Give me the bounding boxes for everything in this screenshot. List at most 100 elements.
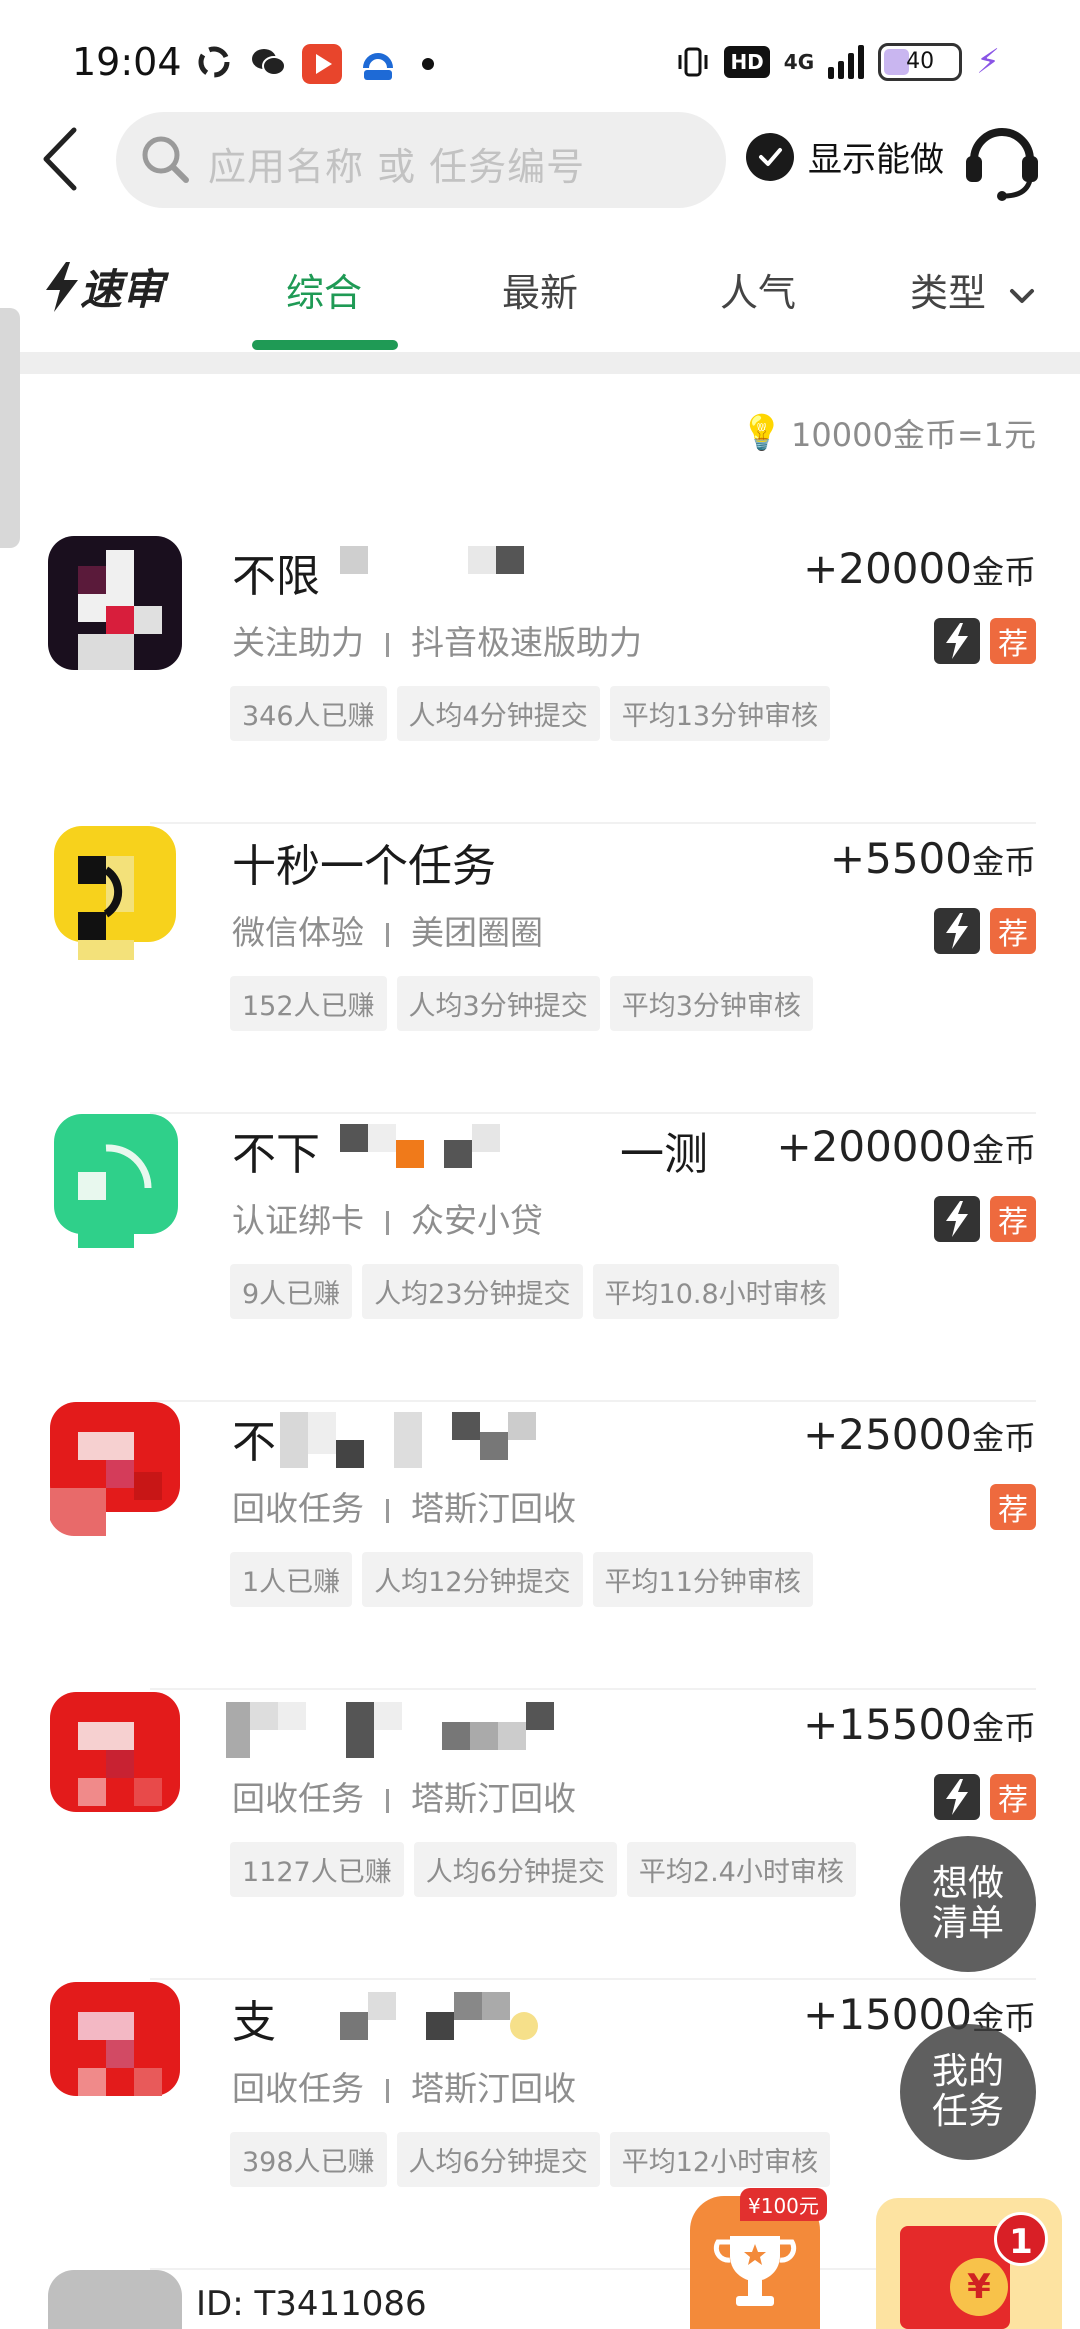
task-app-icon xyxy=(48,1114,182,1248)
task-reward: +15500金币 xyxy=(803,1700,1036,1749)
fast-review-badge xyxy=(934,618,980,664)
divider xyxy=(150,1978,1036,1980)
task-app-icon xyxy=(48,1402,182,1536)
tab-latest[interactable]: 最新 xyxy=(502,262,578,317)
task-badges: 荐 xyxy=(990,1484,1036,1530)
recommended-badge: 荐 xyxy=(990,1484,1036,1530)
back-arrow-icon[interactable] xyxy=(36,124,86,194)
tag-review-time: 平均13分钟审核 xyxy=(609,686,831,741)
app-notification-icon xyxy=(198,46,230,78)
reward-unit: 金币 xyxy=(971,553,1036,591)
task-category: 回收任务 xyxy=(232,2069,364,2108)
task-item[interactable]: 不下 一测 +200000金币 认证绑卡 众安小贷 荐 9人已赚 人均23分钟提交 … xyxy=(0,1114,1080,1402)
show-can-do-toggle[interactable]: 显示能做 xyxy=(746,132,944,181)
blurred-title xyxy=(226,1702,554,1758)
notification-dot-icon xyxy=(422,58,434,70)
search-placeholder: 应用名称 或 任务编号 xyxy=(208,145,586,189)
signal-icon xyxy=(828,45,865,79)
task-item[interactable]: 不限 +20000金币 关注助力 抖音极速版助力 荐 346人已赚 人均4分钟提交… xyxy=(0,536,1080,824)
tag-earned: 9人已赚 xyxy=(230,1264,353,1319)
tag-earned: 1人已赚 xyxy=(230,1552,353,1607)
vibrate-icon xyxy=(678,47,708,77)
hd-badge: HD xyxy=(724,46,770,78)
task-tags: 346人已赚 人均4分钟提交 平均13分钟审核 xyxy=(230,686,831,741)
reward-unit: 金币 xyxy=(971,1709,1036,1747)
fast-review-badge xyxy=(934,1774,980,1820)
recommended-badge: 荐 xyxy=(990,1196,1036,1242)
red-packet-button[interactable]: ¥ 1 xyxy=(876,2198,1062,2329)
tab-type[interactable]: 类型 xyxy=(910,262,1036,317)
task-meta: 回收任务 塔斯汀回收 xyxy=(232,2062,576,2110)
tag-earned: 398人已赚 xyxy=(230,2132,387,2187)
task-item[interactable]: 十秒一个任务 +5500金币 微信体验 美团圈圈 荐 152人已赚 人均3分钟提交… xyxy=(0,826,1080,1114)
task-meta: 认证绑卡 众安小贷 xyxy=(232,1194,543,1242)
search-input[interactable]: 应用名称 或 任务编号 xyxy=(116,112,726,208)
battery-icon: 40 xyxy=(878,43,963,81)
tag-submit-time: 人均23分钟提交 xyxy=(362,1264,583,1319)
recommended-badge: 荐 xyxy=(990,618,1036,664)
divider xyxy=(150,822,1036,824)
reward-unit: 金币 xyxy=(971,1131,1036,1169)
reward-unit: 金币 xyxy=(971,1419,1036,1457)
tag-submit-time: 人均12分钟提交 xyxy=(362,1552,583,1607)
task-category: 认证绑卡 xyxy=(232,1201,364,1240)
wishlist-button[interactable]: 想做 清单 xyxy=(900,1836,1036,1972)
task-reward: +25000金币 xyxy=(803,1410,1036,1459)
task-meta: 微信体验 美团圈圈 xyxy=(232,906,543,954)
task-app-icon xyxy=(48,2270,182,2329)
task-item[interactable]: 不 +25000金币 回收任务 塔斯汀回收 荐 1人已赚 人均12分钟提交 平均1… xyxy=(0,1402,1080,1690)
tag-earned: 152人已赚 xyxy=(230,976,387,1031)
divider xyxy=(150,1688,1036,1690)
task-category: 回收任务 xyxy=(232,1779,364,1818)
my-tasks-button[interactable]: 我的 任务 xyxy=(900,2024,1036,2160)
quick-review-filter[interactable]: 速审 xyxy=(44,256,164,317)
task-reward: +200000金币 xyxy=(776,1122,1036,1171)
task-tags: 9人已赚 人均23分钟提交 平均10.8小时审核 xyxy=(230,1264,839,1319)
tag-submit-time: 人均6分钟提交 xyxy=(396,2132,600,2187)
task-badges: 荐 xyxy=(934,1196,1036,1242)
tag-earned: 1127人已赚 xyxy=(230,1842,404,1897)
customer-service-icon[interactable] xyxy=(964,118,1040,202)
edge-drag-handle[interactable] xyxy=(0,308,20,548)
reward-amount: +5500 xyxy=(829,834,972,883)
blurred-title xyxy=(340,1124,500,1168)
task-title: 支 xyxy=(232,1997,276,2048)
tab-type-label: 类型 xyxy=(910,271,987,315)
status-time: 19:04 xyxy=(72,40,182,84)
task-list-page: 19:04 HD 4G 40 ⚡ 应用名称 或 任务编号 显示能做 速审 综合 … xyxy=(0,0,1080,2329)
exchange-rate-text: 10000金币=1元 xyxy=(791,416,1036,454)
task-badges: 荐 xyxy=(934,618,1036,664)
task-tags: 152人已赚 人均3分钟提交 平均3分钟审核 xyxy=(230,976,813,1031)
tab-popular[interactable]: 人气 xyxy=(720,262,796,317)
wishlist-line-2: 清单 xyxy=(931,1903,1004,1944)
yen-icon: ¥ xyxy=(950,2258,1008,2316)
tag-earned: 346人已赚 xyxy=(230,686,387,741)
check-circle-icon xyxy=(746,132,794,181)
task-category: 回收任务 xyxy=(232,1489,364,1528)
task-tags: 398人已赚 人均6分钟提交 平均12小时审核 xyxy=(230,2132,831,2187)
video-app-icon xyxy=(302,44,342,84)
tag-review-time: 平均3分钟审核 xyxy=(609,976,813,1031)
my-tasks-line-1: 我的 xyxy=(931,2051,1004,2092)
trophy-promo-button[interactable]: ¥100元 xyxy=(690,2188,827,2329)
task-reward: +20000金币 xyxy=(803,544,1036,593)
exchange-rate: 💡 10000金币=1元 xyxy=(741,410,1036,456)
search-icon xyxy=(142,136,189,183)
tab-divider xyxy=(0,352,1080,374)
task-app-name: 美团圈圈 xyxy=(411,913,543,952)
task-app-name: 塔斯汀回收 xyxy=(411,1779,576,1818)
task-meta: 回收任务 塔斯汀回收 xyxy=(232,1482,576,1530)
fast-review-badge xyxy=(934,1196,980,1242)
task-meta: 回收任务 塔斯汀回收 xyxy=(232,1772,576,1820)
tag-review-time: 平均11分钟审核 xyxy=(592,1552,813,1607)
task-title: 十秒一个任务 xyxy=(232,841,496,892)
task-badges: 荐 xyxy=(934,908,1036,954)
tag-submit-time: 人均6分钟提交 xyxy=(413,1842,617,1897)
task-tags: 1人已赚 人均12分钟提交 平均11分钟审核 xyxy=(230,1552,813,1607)
tag-submit-time: 人均4分钟提交 xyxy=(396,686,600,741)
active-tab-indicator xyxy=(252,340,398,350)
reward-amount: +20000 xyxy=(803,544,972,593)
tab-comprehensive[interactable]: 综合 xyxy=(286,262,362,317)
wishlist-line-1: 想做 xyxy=(931,1863,1004,1904)
task-app-name: 塔斯汀回收 xyxy=(411,2069,576,2108)
